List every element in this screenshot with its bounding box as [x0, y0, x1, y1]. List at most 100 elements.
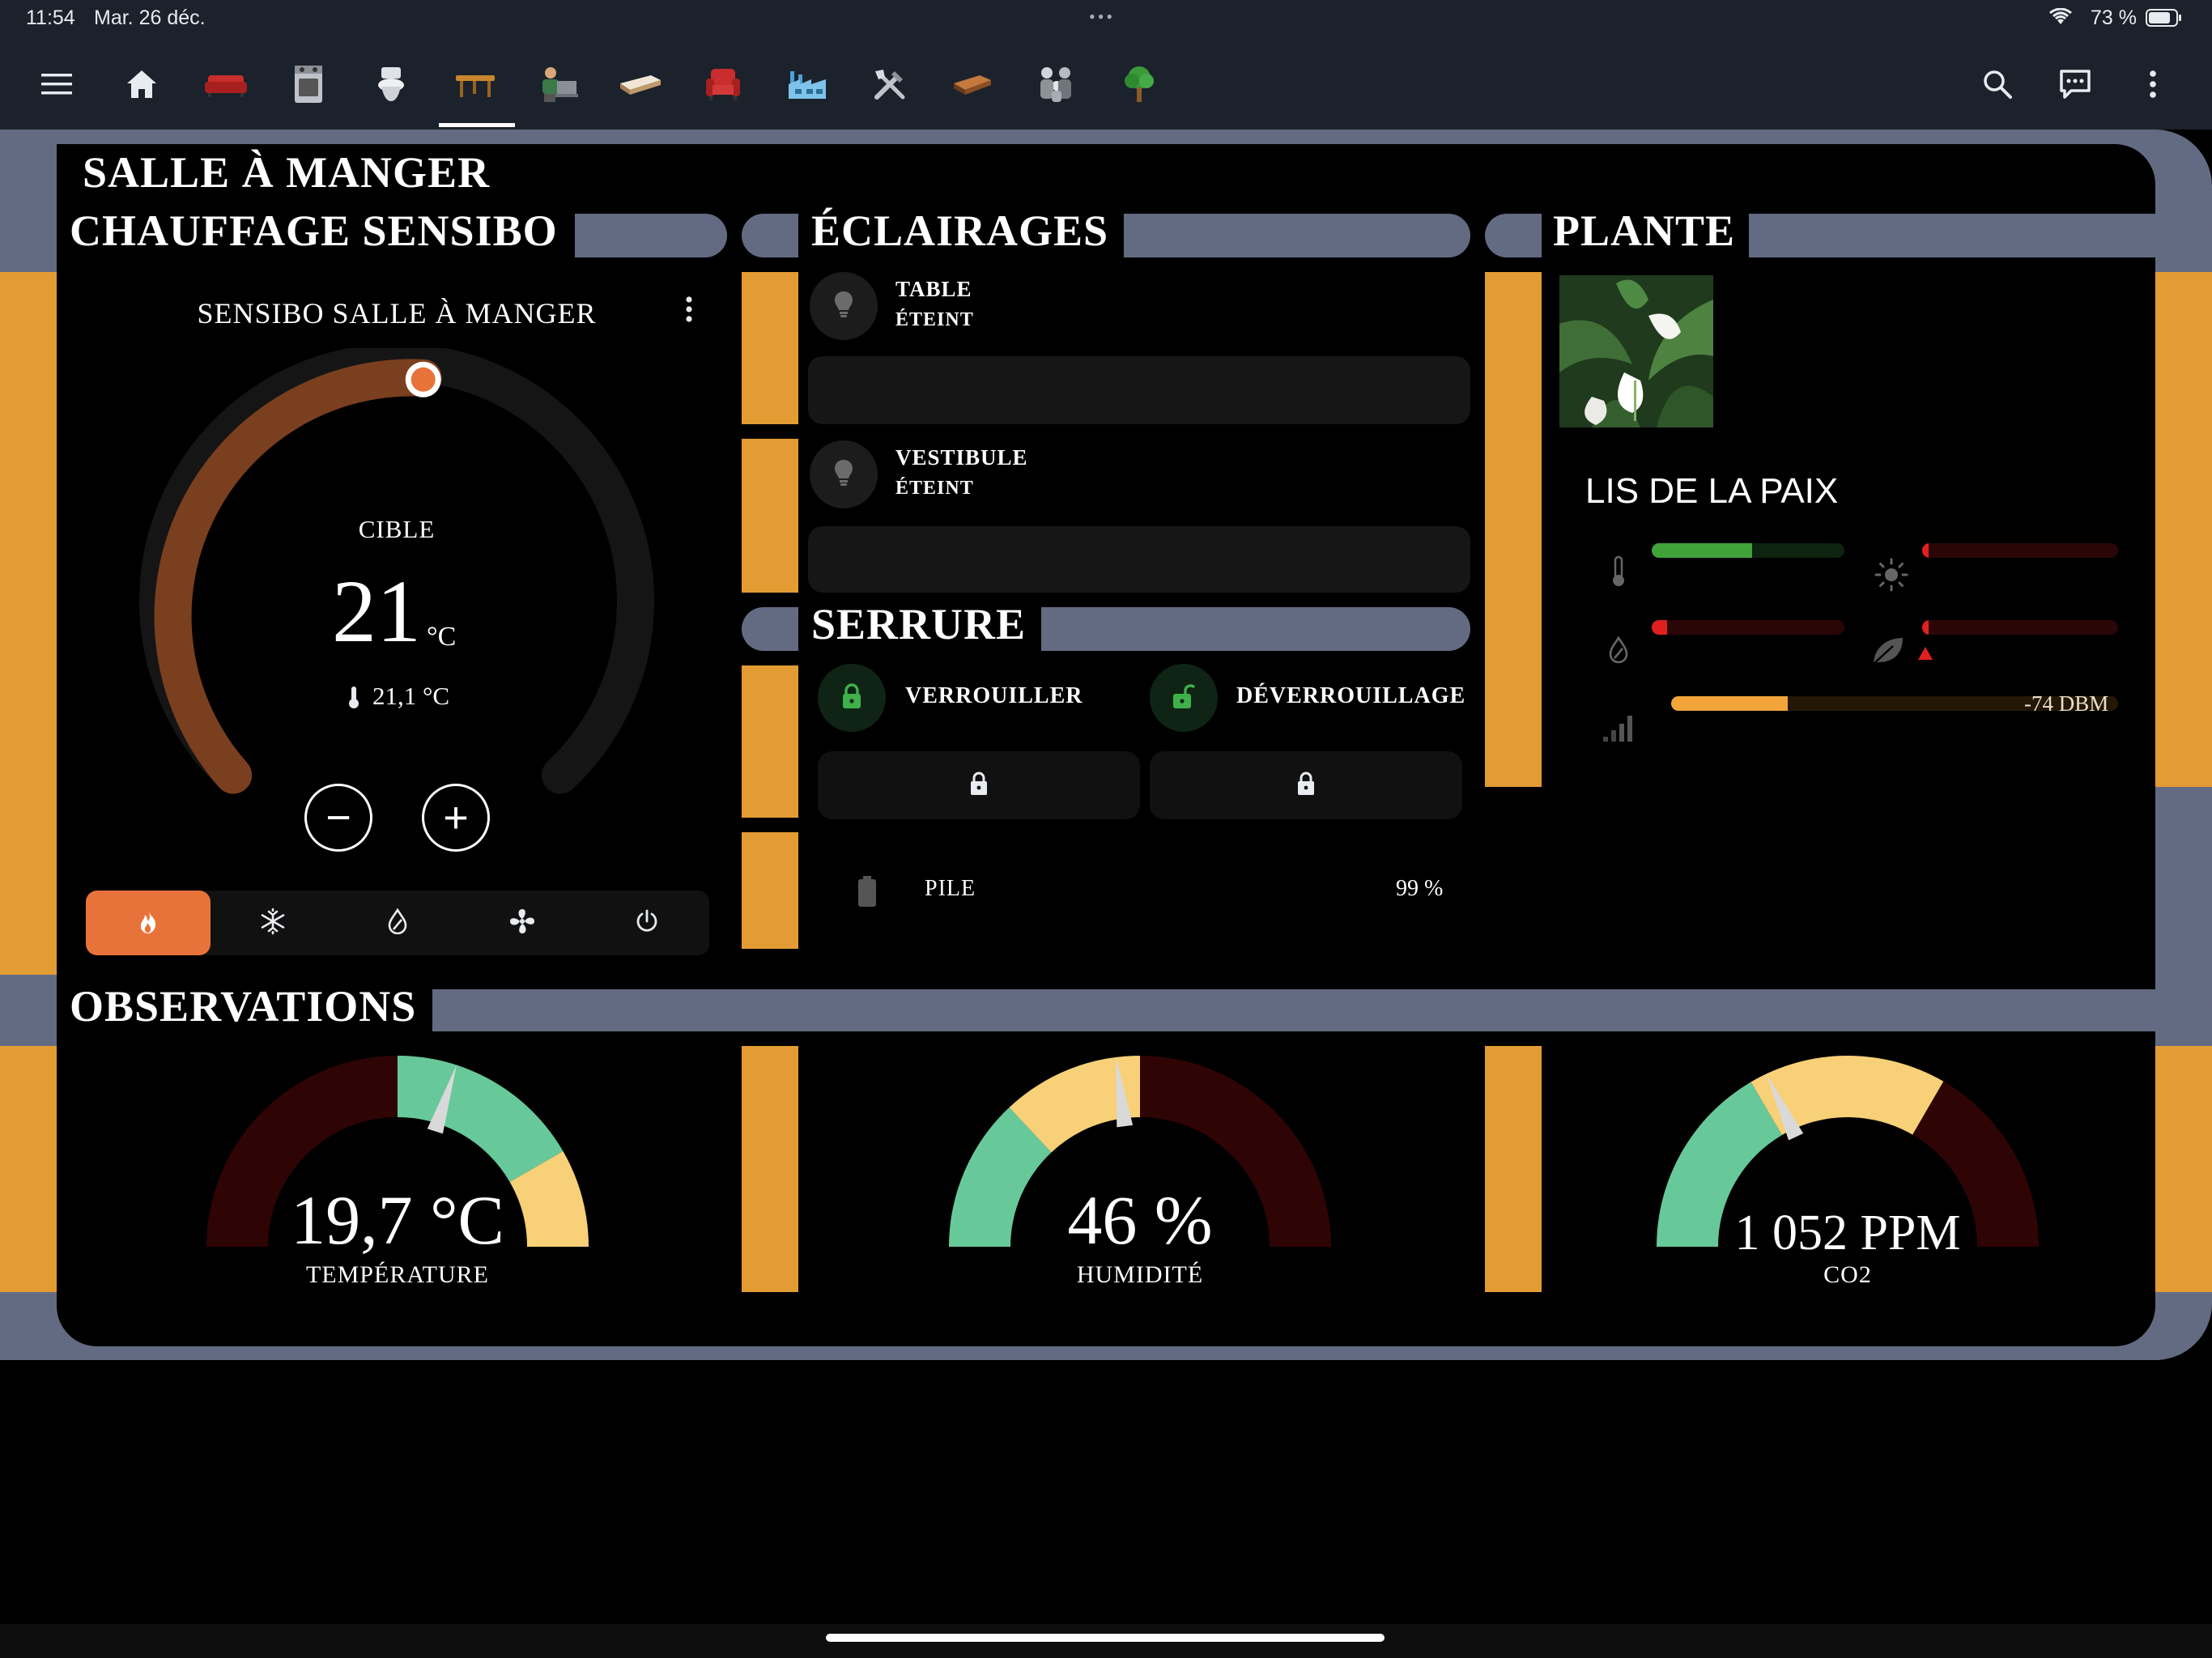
obs-accent-2: [742, 1046, 798, 1292]
family-icon[interactable]: [1023, 39, 1090, 130]
power-icon: [634, 908, 660, 938]
hvac-mode-bar: [86, 891, 709, 955]
light-table-brightness-slider[interactable]: [808, 356, 1470, 424]
plant-fertility-icon: [1870, 635, 1906, 670]
lightbulb-icon: [833, 458, 854, 491]
light-vestibule-brightness-slider[interactable]: [808, 526, 1470, 593]
decrease-temp-button[interactable]: −: [304, 784, 372, 852]
factory-icon[interactable]: [774, 39, 840, 130]
temperature-label: TEMPÉRATURE: [305, 1261, 489, 1288]
plant-header-bar-left: [1485, 214, 1542, 257]
unlock-button[interactable]: [1150, 751, 1462, 819]
padlock-closed-icon: [840, 682, 863, 714]
lock-header-bar-left: [742, 607, 798, 651]
climate-more-icon[interactable]: [684, 295, 694, 328]
observations-header-bar-right: [432, 989, 2212, 1031]
battery-value: 99 %: [1396, 876, 1444, 901]
active-tab-indicator: [439, 123, 515, 127]
padlock-open-icon: [1172, 682, 1196, 714]
toilet-icon[interactable]: [358, 39, 424, 130]
plant-temperature-bar: [1652, 543, 1844, 558]
obs-accent-4: [2155, 1046, 2212, 1292]
padlock-icon: [968, 770, 990, 801]
tree-icon[interactable]: [1106, 39, 1172, 130]
sofa-icon[interactable]: [193, 39, 259, 130]
light-table-accent: [742, 272, 798, 424]
office-icon[interactable]: [525, 39, 591, 130]
room-title: SALLE À MANGER: [83, 148, 491, 197]
light-vestibule-name: VESTIBULE: [895, 445, 1028, 470]
increase-temp-button[interactable]: +: [422, 784, 490, 852]
status-time: 11:54: [26, 6, 75, 29]
plant-temperature-icon: [1610, 555, 1627, 592]
mode-fan-button[interactable]: [460, 891, 585, 955]
tools-icon[interactable]: [857, 39, 923, 130]
co2-value: 1 052 PPM: [1734, 1205, 1961, 1261]
light-table-name: TABLE: [895, 277, 972, 301]
signal-strength-icon: [1602, 711, 1634, 747]
climate-card-title: SENSIBO SALLE À MANGER: [197, 297, 597, 329]
menu-icon[interactable]: [24, 39, 91, 130]
armchair-icon[interactable]: [690, 39, 756, 130]
top-toolbar: [0, 39, 2212, 130]
plant-accent-left: [1485, 272, 1542, 787]
plant-temperature-fill: [1652, 543, 1752, 558]
plant-name: LIS DE LA PAIX: [1585, 471, 1839, 511]
climate-header-bar-left: [0, 214, 57, 257]
lock-status-button[interactable]: [818, 664, 886, 732]
lock-button[interactable]: [818, 751, 1140, 819]
search-icon[interactable]: [1964, 39, 2031, 130]
mode-heat-button[interactable]: [86, 891, 211, 955]
light-vestibule-toggle[interactable]: [810, 440, 878, 508]
thermometer-icon: [347, 685, 361, 713]
plant-moisture-icon: [1608, 636, 1629, 668]
wood-icon[interactable]: [939, 39, 1006, 130]
climate-header: CHAUFFAGE SENSIBO: [70, 206, 558, 255]
plant-signal-value: -74 DBM: [2024, 691, 2109, 716]
plant-fertility-bar: [1922, 620, 2118, 635]
temperature-value: 19,7 °C: [291, 1181, 504, 1259]
mode-off-button[interactable]: [585, 891, 709, 955]
battery-icon: [2146, 8, 2183, 32]
light-table-toggle[interactable]: [810, 272, 878, 340]
battery-level-icon: [857, 874, 878, 912]
obs-accent-1: [0, 1046, 57, 1292]
light-vestibule-state: ÉTEINT: [895, 478, 974, 499]
home-icon[interactable]: [108, 39, 175, 130]
climate-side-accent: [0, 272, 57, 975]
assist-icon[interactable]: [2042, 39, 2108, 130]
fan-icon: [508, 907, 537, 940]
unlock-status-button[interactable]: [1150, 664, 1218, 732]
lock-accent: [742, 665, 798, 818]
multitask-dots-icon[interactable]: •••: [1089, 6, 1115, 28]
plant-signal-fill: [1671, 696, 1788, 711]
mode-cool-button[interactable]: [211, 891, 335, 955]
observations-header-bar-left: [0, 989, 57, 1031]
plant-fertility-fill: [1922, 620, 1929, 635]
status-date: Mar. 26 déc.: [94, 6, 206, 29]
obs-accent-3: [1485, 1046, 1542, 1292]
water-drop-icon: [387, 908, 408, 938]
lock-label: VERROUILLER: [905, 683, 1083, 708]
wifi-icon: [2048, 7, 2073, 30]
plant-light-bar: [1922, 543, 2118, 558]
target-label: CIBLE: [358, 515, 436, 543]
observations-header: OBSERVATIONS: [70, 982, 417, 1031]
plant-photo: [1559, 275, 1713, 427]
mode-dry-button[interactable]: [335, 891, 460, 955]
battery-label: PILE: [925, 876, 976, 901]
plant-header: PLANTE: [1553, 206, 1736, 255]
bed-icon[interactable]: [607, 39, 674, 130]
lights-header-bar-right: [1124, 214, 1470, 257]
light-vestibule-accent: [742, 439, 798, 593]
home-indicator[interactable]: [826, 1634, 1385, 1642]
dining-table-icon[interactable]: [442, 39, 508, 130]
unlock-label: DÉVERROUILLAGE: [1236, 683, 1466, 708]
co2-label: CO2: [1823, 1261, 1872, 1288]
humidity-label: HUMIDITÉ: [1076, 1261, 1204, 1288]
stove-icon[interactable]: [275, 39, 342, 130]
more-vertical-icon[interactable]: [2120, 39, 2186, 130]
battery-accent: [742, 832, 798, 949]
lock-header-bar-right: [1041, 607, 1470, 651]
humidity-value: 46 %: [1067, 1181, 1213, 1259]
